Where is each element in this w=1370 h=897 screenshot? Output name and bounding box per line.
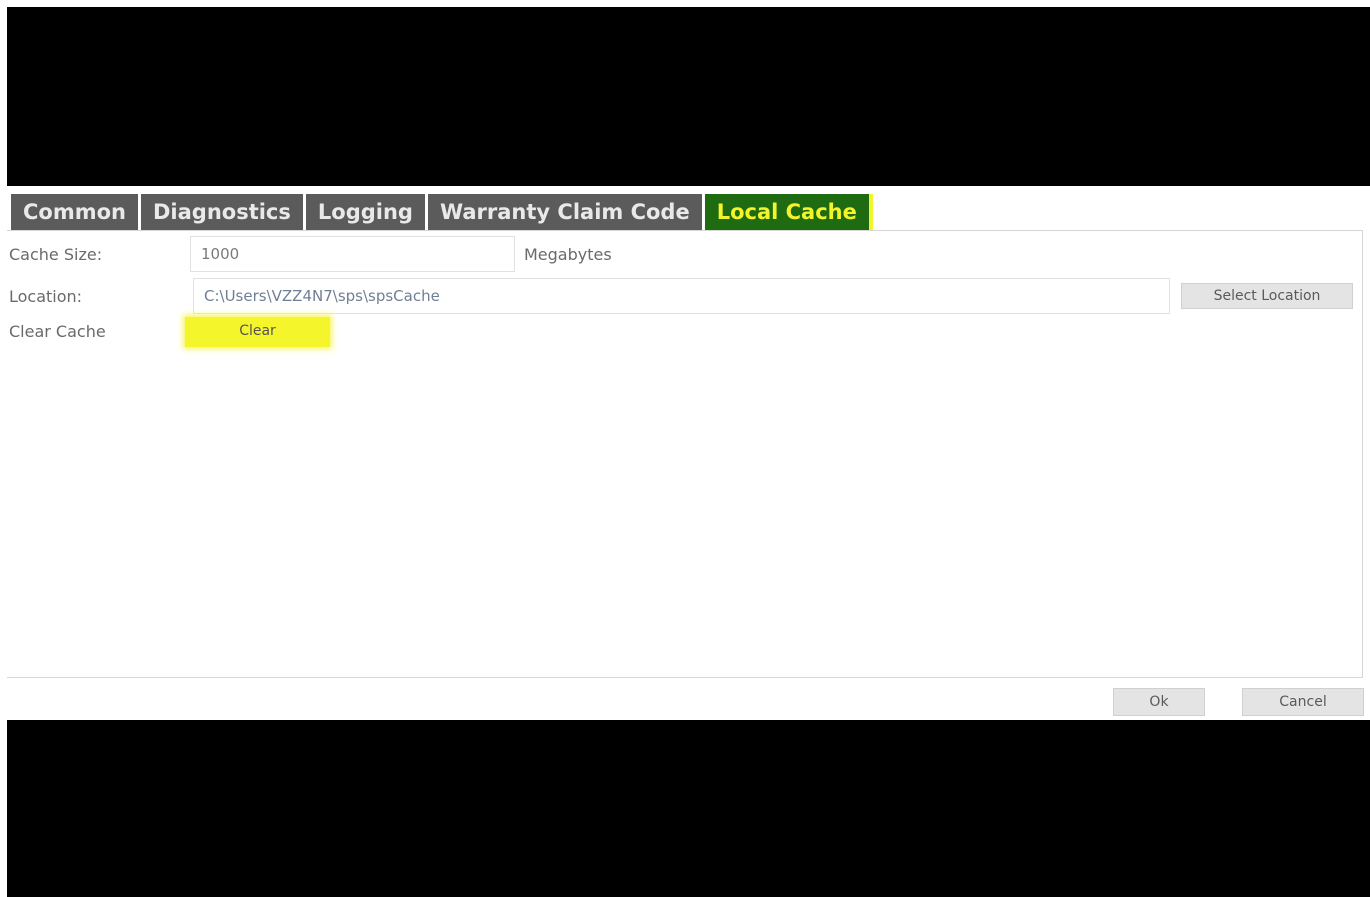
tab-logging[interactable]: Logging — [305, 194, 425, 230]
location-label: Location: — [9, 287, 83, 306]
tab-strip: Common Diagnostics Logging Warranty Clai… — [11, 194, 873, 230]
clear-cache-button[interactable]: Clear — [185, 317, 330, 347]
select-location-button[interactable]: Select Location — [1181, 283, 1353, 309]
settings-dialog: Common Diagnostics Logging Warranty Clai… — [7, 186, 1370, 720]
cancel-button[interactable]: Cancel — [1242, 688, 1364, 716]
cache-size-input[interactable]: 1000 — [190, 236, 515, 272]
cache-size-units: Megabytes — [524, 245, 612, 264]
local-cache-panel: Cache Size: 1000 Megabytes Location: C:\… — [7, 230, 1363, 678]
tab-local-cache[interactable]: Local Cache — [704, 194, 873, 230]
ok-button[interactable]: Ok — [1113, 688, 1205, 716]
clear-cache-label: Clear Cache — [9, 322, 106, 341]
tab-warranty-claim-code[interactable]: Warranty Claim Code — [427, 194, 702, 230]
location-input[interactable]: C:\Users\VZZ4N7\sps\spsCache — [193, 278, 1170, 314]
left-edge — [0, 0, 7, 897]
tab-diagnostics[interactable]: Diagnostics — [140, 194, 303, 230]
bottom-letterbox-bar — [7, 720, 1370, 897]
top-letterbox-bar — [7, 7, 1370, 186]
cache-size-label: Cache Size: — [9, 245, 103, 264]
tab-common[interactable]: Common — [11, 194, 138, 230]
